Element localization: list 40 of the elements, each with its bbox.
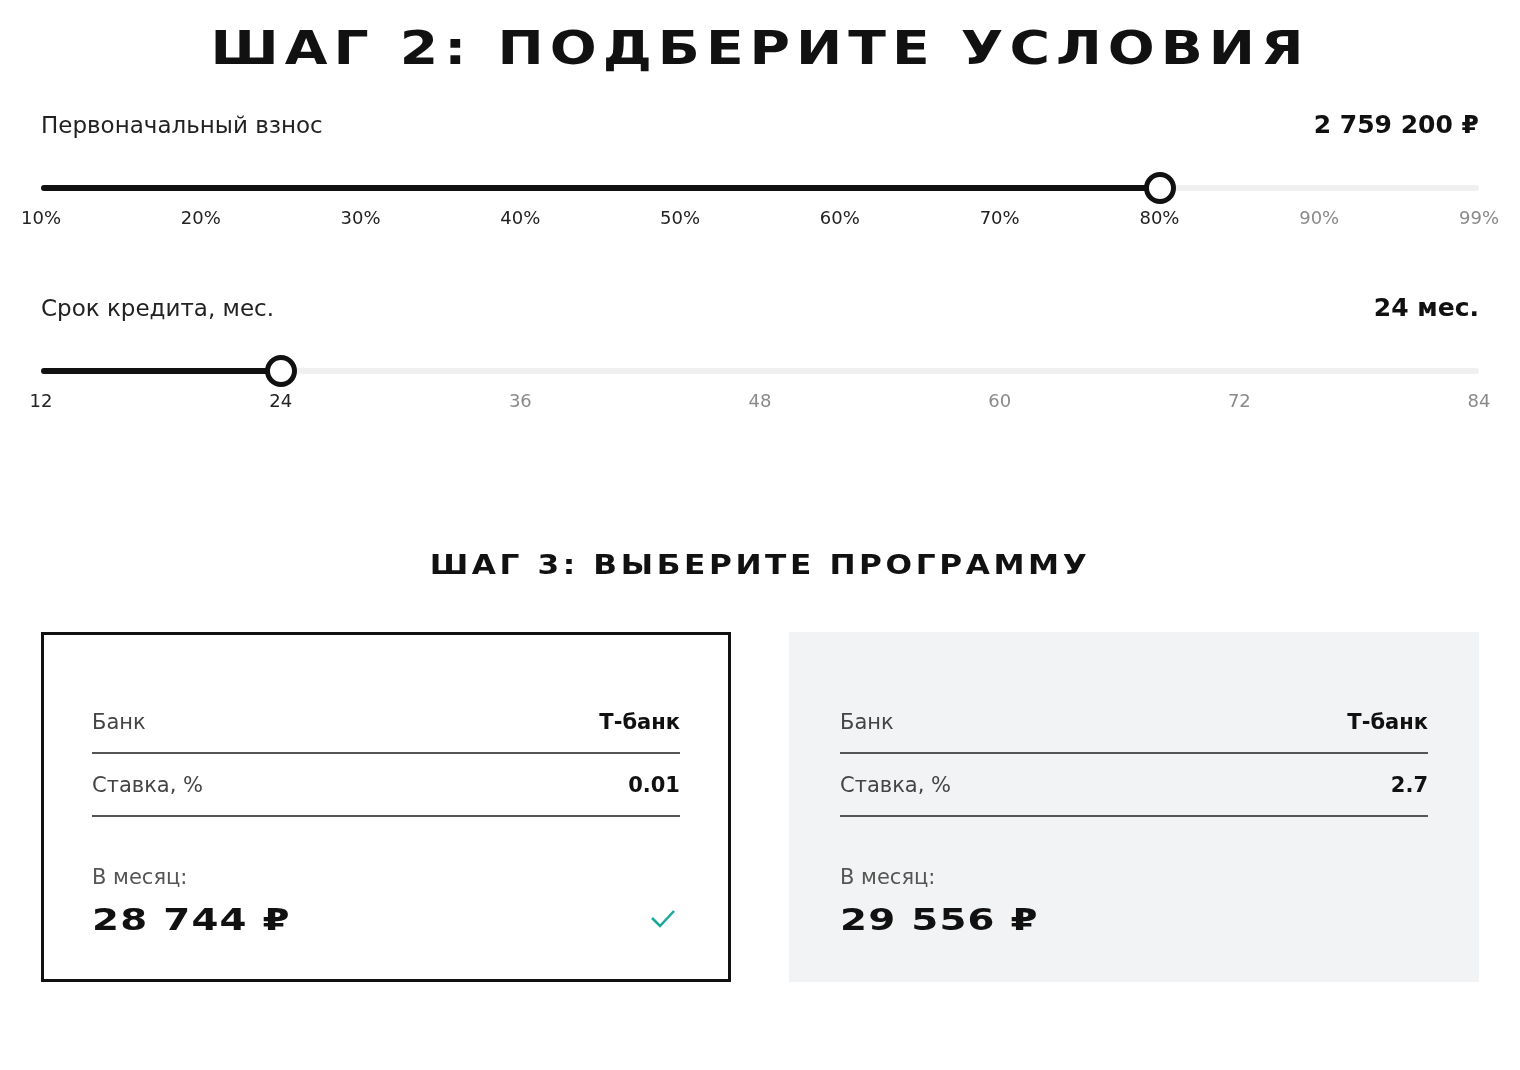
program-card[interactable]: Банк Т-банк Ставка, % 2.7 В месяц: 29 556 ₽: [789, 632, 1479, 982]
slider-value: 24 мес.: [1373, 293, 1479, 322]
section-title: ШАГ 3: ВЫБЕРИТЕ ПРОГРАММУ: [428, 550, 1092, 580]
row-label: Банк: [92, 709, 146, 734]
row-value: Т-банк: [599, 709, 680, 734]
tick-label: 48: [748, 390, 772, 411]
monthly-label: В месяц:: [840, 865, 937, 889]
slider-label: Первоначальный взнос: [41, 111, 323, 138]
row-value: 2.7: [1390, 772, 1428, 797]
tick-label: 20%: [180, 207, 221, 228]
monthly-label: В месяц:: [92, 865, 189, 889]
tick-label: 60: [988, 390, 1012, 411]
tick-label: 90%: [1299, 207, 1340, 228]
tick-label: 99%: [1459, 207, 1499, 228]
row-label: Ставка, %: [840, 772, 951, 797]
tick-label: 36: [508, 390, 532, 411]
tick-label: 80%: [1139, 207, 1180, 228]
tick-label: 50%: [660, 207, 701, 228]
row-label: Банк: [840, 709, 894, 734]
check-icon: [650, 909, 676, 929]
tick-label: 84: [1467, 390, 1491, 411]
program-card[interactable]: Банк Т-банк Ставка, % 0.01 В месяц: 28 744 ₽: [41, 632, 731, 982]
page-title: ШАГ 2: ПОДБЕРИТЕ УСЛОВИЯ: [209, 20, 1311, 77]
slider-label: Срок кредита, мес.: [41, 294, 274, 321]
tick-label: 30%: [340, 207, 381, 228]
tick-label: 70%: [979, 207, 1020, 228]
row-value: 0.01: [628, 772, 680, 797]
monthly-amount: 28 744 ₽: [92, 901, 291, 937]
tick-label: 10%: [21, 207, 61, 228]
tick-label: 12: [29, 390, 53, 411]
row-label: Ставка, %: [92, 772, 203, 797]
tick-label: 24: [269, 390, 293, 411]
row-value: Т-банк: [1347, 709, 1428, 734]
tick-label: 40%: [500, 207, 541, 228]
slider-value: 2 759 200 ₽: [1313, 110, 1479, 139]
tick-label: 60%: [819, 207, 860, 228]
slider-handle[interactable]: [264, 355, 297, 387]
slider-handle[interactable]: [1143, 172, 1176, 204]
tick-label: 72: [1227, 390, 1251, 411]
monthly-amount: 29 556 ₽: [840, 901, 1039, 937]
